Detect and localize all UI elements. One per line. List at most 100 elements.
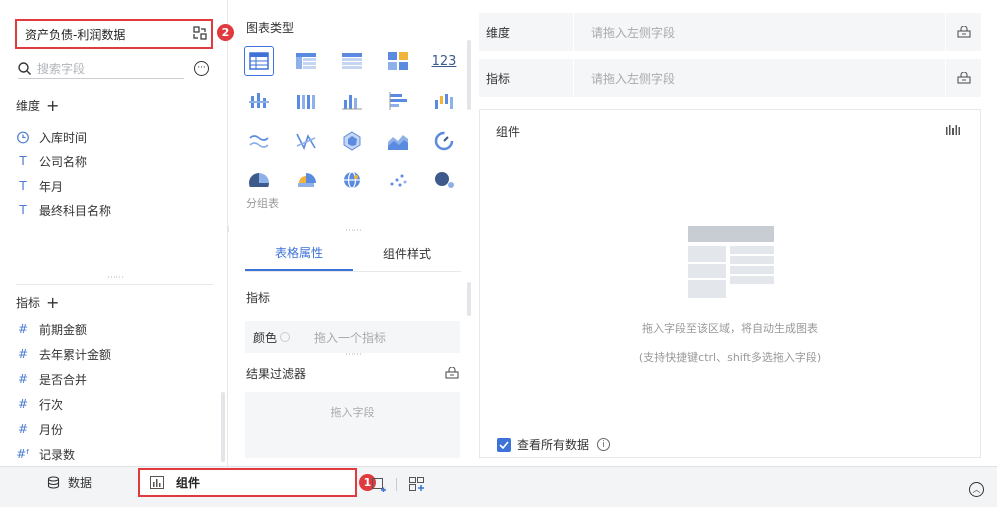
result-filter-label: 结果过滤器 — [246, 367, 307, 381]
data-tab-label: 数据 — [68, 475, 93, 490]
text-type-icon: T — [19, 179, 27, 193]
chart-types-title: 图表类型 — [246, 21, 295, 35]
metric-field[interactable]: # 前期金额 — [16, 319, 87, 339]
radar-chart-icon[interactable] — [337, 126, 367, 156]
grouped-bar-icon[interactable] — [244, 86, 274, 116]
gauge-chart-icon[interactable] — [429, 126, 459, 156]
scatter-chart-icon[interactable] — [383, 165, 413, 195]
detail-table-icon[interactable] — [337, 46, 367, 76]
waterfall-chart-icon[interactable] — [429, 86, 459, 116]
tab-component-style[interactable]: 组件样式 — [353, 236, 461, 271]
metrics-header: 指标 + — [16, 294, 59, 311]
field-label: 最终科目名称 — [39, 203, 112, 218]
kpi-card-icon[interactable] — [383, 46, 413, 76]
dimensions-title: 维度 — [16, 99, 41, 113]
color-placeholder: 拖入一个指标 — [314, 330, 387, 345]
field-label: 公司名称 — [39, 154, 88, 169]
datasource-name: 资产负债-利润数据 — [25, 27, 126, 42]
field-label: 行次 — [39, 397, 64, 412]
dimension-zone-placeholder: 请拖入左侧字段 — [591, 25, 676, 40]
collapse-up-icon[interactable]: ︿ — [969, 482, 984, 497]
field-label: 去年累计金额 — [39, 347, 112, 362]
datasource-selector[interactable]: 资产负债-利润数据 — [15, 19, 213, 49]
empty-subhint: (支持快捷键ctrl、shift多选拖入字段) — [638, 351, 822, 364]
dimension-settings-button[interactable] — [945, 13, 981, 51]
metric-field[interactable]: # 是否合并 — [16, 369, 87, 389]
resize-handle[interactable]: ⋯⋯ — [107, 273, 124, 283]
view-all-data-toggle[interactable]: 查看所有数据 i — [497, 436, 611, 453]
field-search[interactable]: 搜索字段 — [18, 59, 184, 79]
map-chart-icon[interactable] — [337, 165, 367, 195]
radar-line-icon[interactable] — [291, 126, 321, 156]
metric-settings-button[interactable] — [945, 59, 981, 97]
filter-settings-icon[interactable] — [445, 367, 459, 379]
field-label: 是否合并 — [39, 372, 88, 387]
metric-zone-label: 指标 — [479, 59, 574, 97]
resize-handle[interactable]: ⋯⋯ — [345, 350, 362, 360]
add-metric-icon[interactable]: + — [46, 294, 59, 311]
color-drop-zone[interactable]: 颜色 拖入一个指标 — [245, 321, 460, 353]
color-label: 颜色 — [253, 330, 278, 345]
bar-chart-icon[interactable] — [383, 86, 413, 116]
checkbox-checked-icon[interactable] — [497, 437, 511, 452]
panel-resize-handle[interactable]: ⁝ — [227, 226, 231, 234]
switch-datasource-icon[interactable] — [193, 26, 207, 40]
field-label: 月份 — [39, 422, 64, 437]
field-panel: 资产负债-利润数据 2 搜索字段 ··· 维度 + 入库时间 T 公司名称 T … — [0, 0, 234, 466]
stacked-column-icon[interactable] — [291, 86, 321, 116]
clock-icon — [17, 131, 29, 143]
field-list-scrollbar[interactable] — [221, 392, 225, 462]
search-input[interactable]: 搜索字段 — [37, 60, 85, 77]
component-tab[interactable]: 组件 — [138, 468, 357, 497]
metric-field[interactable]: # 去年累计金额 — [16, 344, 111, 364]
dimension-field[interactable]: 入库时间 — [16, 127, 87, 147]
group-table-label: 分组表 — [246, 197, 279, 210]
dimension-field[interactable]: T 年月 — [16, 176, 63, 196]
field-label: 前期金额 — [39, 322, 88, 337]
table-chart-icon[interactable] — [244, 46, 274, 76]
pie-chart-icon[interactable] — [244, 165, 274, 195]
field-label: 年月 — [39, 179, 64, 194]
info-icon[interactable]: i — [597, 438, 611, 451]
property-scrollbar[interactable] — [467, 282, 471, 316]
dimension-field[interactable]: T 公司名称 — [16, 151, 87, 171]
component-title: 组件 — [496, 125, 521, 139]
help-icon[interactable] — [280, 332, 291, 342]
rose-chart-icon[interactable] — [291, 165, 321, 195]
tab-table-properties[interactable]: 表格属性 — [245, 236, 353, 271]
bi-editor: 资产负债-利润数据 2 搜索字段 ··· 维度 + 入库时间 T 公司名称 T … — [0, 0, 997, 507]
metrics-title: 指标 — [16, 296, 41, 310]
dimension-drop-zone[interactable]: 维度 请拖入左侧字段 — [479, 13, 981, 51]
number-type-icon: # — [17, 397, 29, 411]
chart-icon — [150, 476, 164, 489]
line-chart-icon[interactable] — [244, 126, 274, 156]
divider — [16, 284, 213, 285]
data-tab[interactable]: 数据 — [47, 467, 92, 497]
result-filter-drop-zone[interactable]: 拖入字段 — [245, 392, 460, 458]
calculated-number-icon: #ᶠ — [16, 447, 30, 461]
column-chart-icon[interactable] — [337, 86, 367, 116]
bubble-chart-icon[interactable] — [429, 165, 459, 195]
number-card-icon[interactable]: 123 — [429, 46, 459, 76]
filter-placeholder: 拖入字段 — [330, 406, 375, 419]
cross-table-icon[interactable] — [291, 46, 321, 76]
dimension-field[interactable]: T 最终科目名称 — [16, 200, 111, 220]
metric-section-label: 指标 — [246, 291, 271, 305]
metric-field[interactable]: # 月份 — [16, 419, 63, 439]
metric-field[interactable]: #ᶠ 记录数 — [16, 444, 75, 464]
metric-field[interactable]: # 行次 — [16, 394, 63, 414]
chart-type-scrollbar[interactable] — [467, 40, 471, 110]
settings-icon — [956, 72, 971, 84]
add-component-icon[interactable] — [372, 478, 386, 492]
metric-drop-zone[interactable]: 指标 请拖入左侧字段 — [479, 59, 981, 97]
add-dimension-icon[interactable]: + — [46, 97, 59, 114]
metric-zone-placeholder: 请拖入左侧字段 — [591, 71, 676, 86]
resize-handle[interactable]: ⋯⋯ — [345, 226, 362, 236]
search-icon — [18, 62, 31, 75]
component-canvas[interactable]: 组件 拖入字段至该区域，将自动生成图表 (支持快捷键ctrl、shift多选拖入… — [479, 109, 981, 458]
text-type-icon: T — [19, 203, 27, 217]
add-dashboard-icon[interactable] — [409, 477, 425, 492]
area-chart-icon[interactable] — [383, 126, 413, 156]
more-options-icon[interactable]: ··· — [194, 61, 209, 76]
chart-switch-icon[interactable] — [946, 125, 960, 135]
